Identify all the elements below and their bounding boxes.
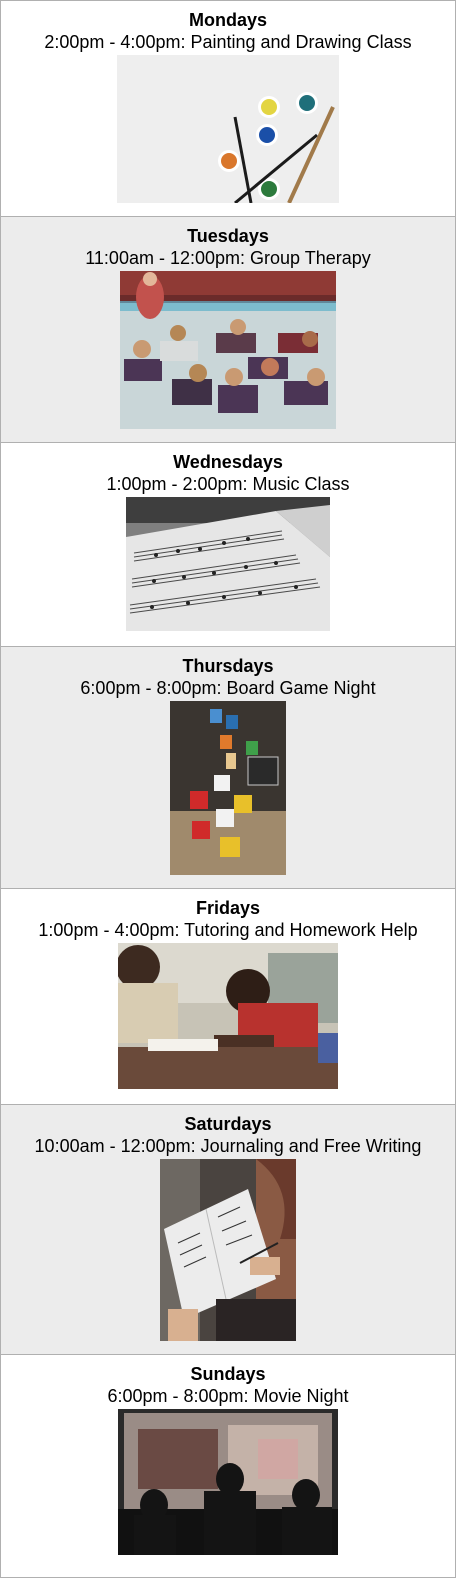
day-label: Wednesdays — [173, 452, 283, 472]
day-label: Tuesdays — [187, 226, 269, 246]
day-label: Thursdays — [182, 656, 274, 676]
movie-audience-screen-photo — [118, 1409, 338, 1555]
activity-label: 1:00pm - 4:00pm: Tutoring and Homework H… — [38, 920, 418, 940]
activity-label: 6:00pm - 8:00pm: Movie Night — [107, 1386, 349, 1406]
schedule-row-tuesday: Tuesdays 11:00am - 12:00pm: Group Therap… — [1, 217, 455, 443]
board-game-dice-photo — [170, 701, 286, 875]
day-label: Fridays — [195, 898, 261, 918]
paint-palette-brushes-photo — [117, 55, 339, 203]
schedule-row-thursday: Thursdays 6:00pm - 8:00pm: Board Game Ni… — [1, 647, 455, 889]
journal-writing-photo — [160, 1159, 296, 1341]
schedule-row-monday: Mondays 2:00pm - 4:00pm: Painting and Dr… — [1, 1, 455, 217]
schedule-row-wednesday: Wednesdays 1:00pm - 2:00pm: Music Class — [1, 443, 455, 647]
activity-label: 10:00am - 12:00pm: Journaling and Free W… — [34, 1136, 422, 1156]
activity-label: 1:00pm - 2:00pm: Music Class — [106, 474, 350, 494]
schedule-row-sunday: Sundays 6:00pm - 8:00pm: Movie Night — [1, 1355, 455, 1577]
activity-label: 6:00pm - 8:00pm: Board Game Night — [80, 678, 376, 698]
day-label: Saturdays — [184, 1114, 272, 1134]
sheet-music-book-photo — [126, 497, 330, 631]
schedule-row-saturday: Saturdays 10:00am - 12:00pm: Journaling … — [1, 1105, 455, 1355]
day-label: Sundays — [190, 1364, 266, 1384]
children-circle-floor-photo — [120, 271, 336, 429]
day-label: Mondays — [188, 10, 267, 30]
activity-label: 11:00am - 12:00pm: Group Therapy — [85, 248, 371, 268]
schedule-row-friday: Fridays 1:00pm - 4:00pm: Tutoring and Ho… — [1, 889, 455, 1105]
weekly-schedule-table: Mondays 2:00pm - 4:00pm: Painting and Dr… — [0, 0, 456, 1578]
students-writing-photo — [118, 943, 338, 1089]
activity-label: 2:00pm - 4:00pm: Painting and Drawing Cl… — [44, 32, 412, 52]
